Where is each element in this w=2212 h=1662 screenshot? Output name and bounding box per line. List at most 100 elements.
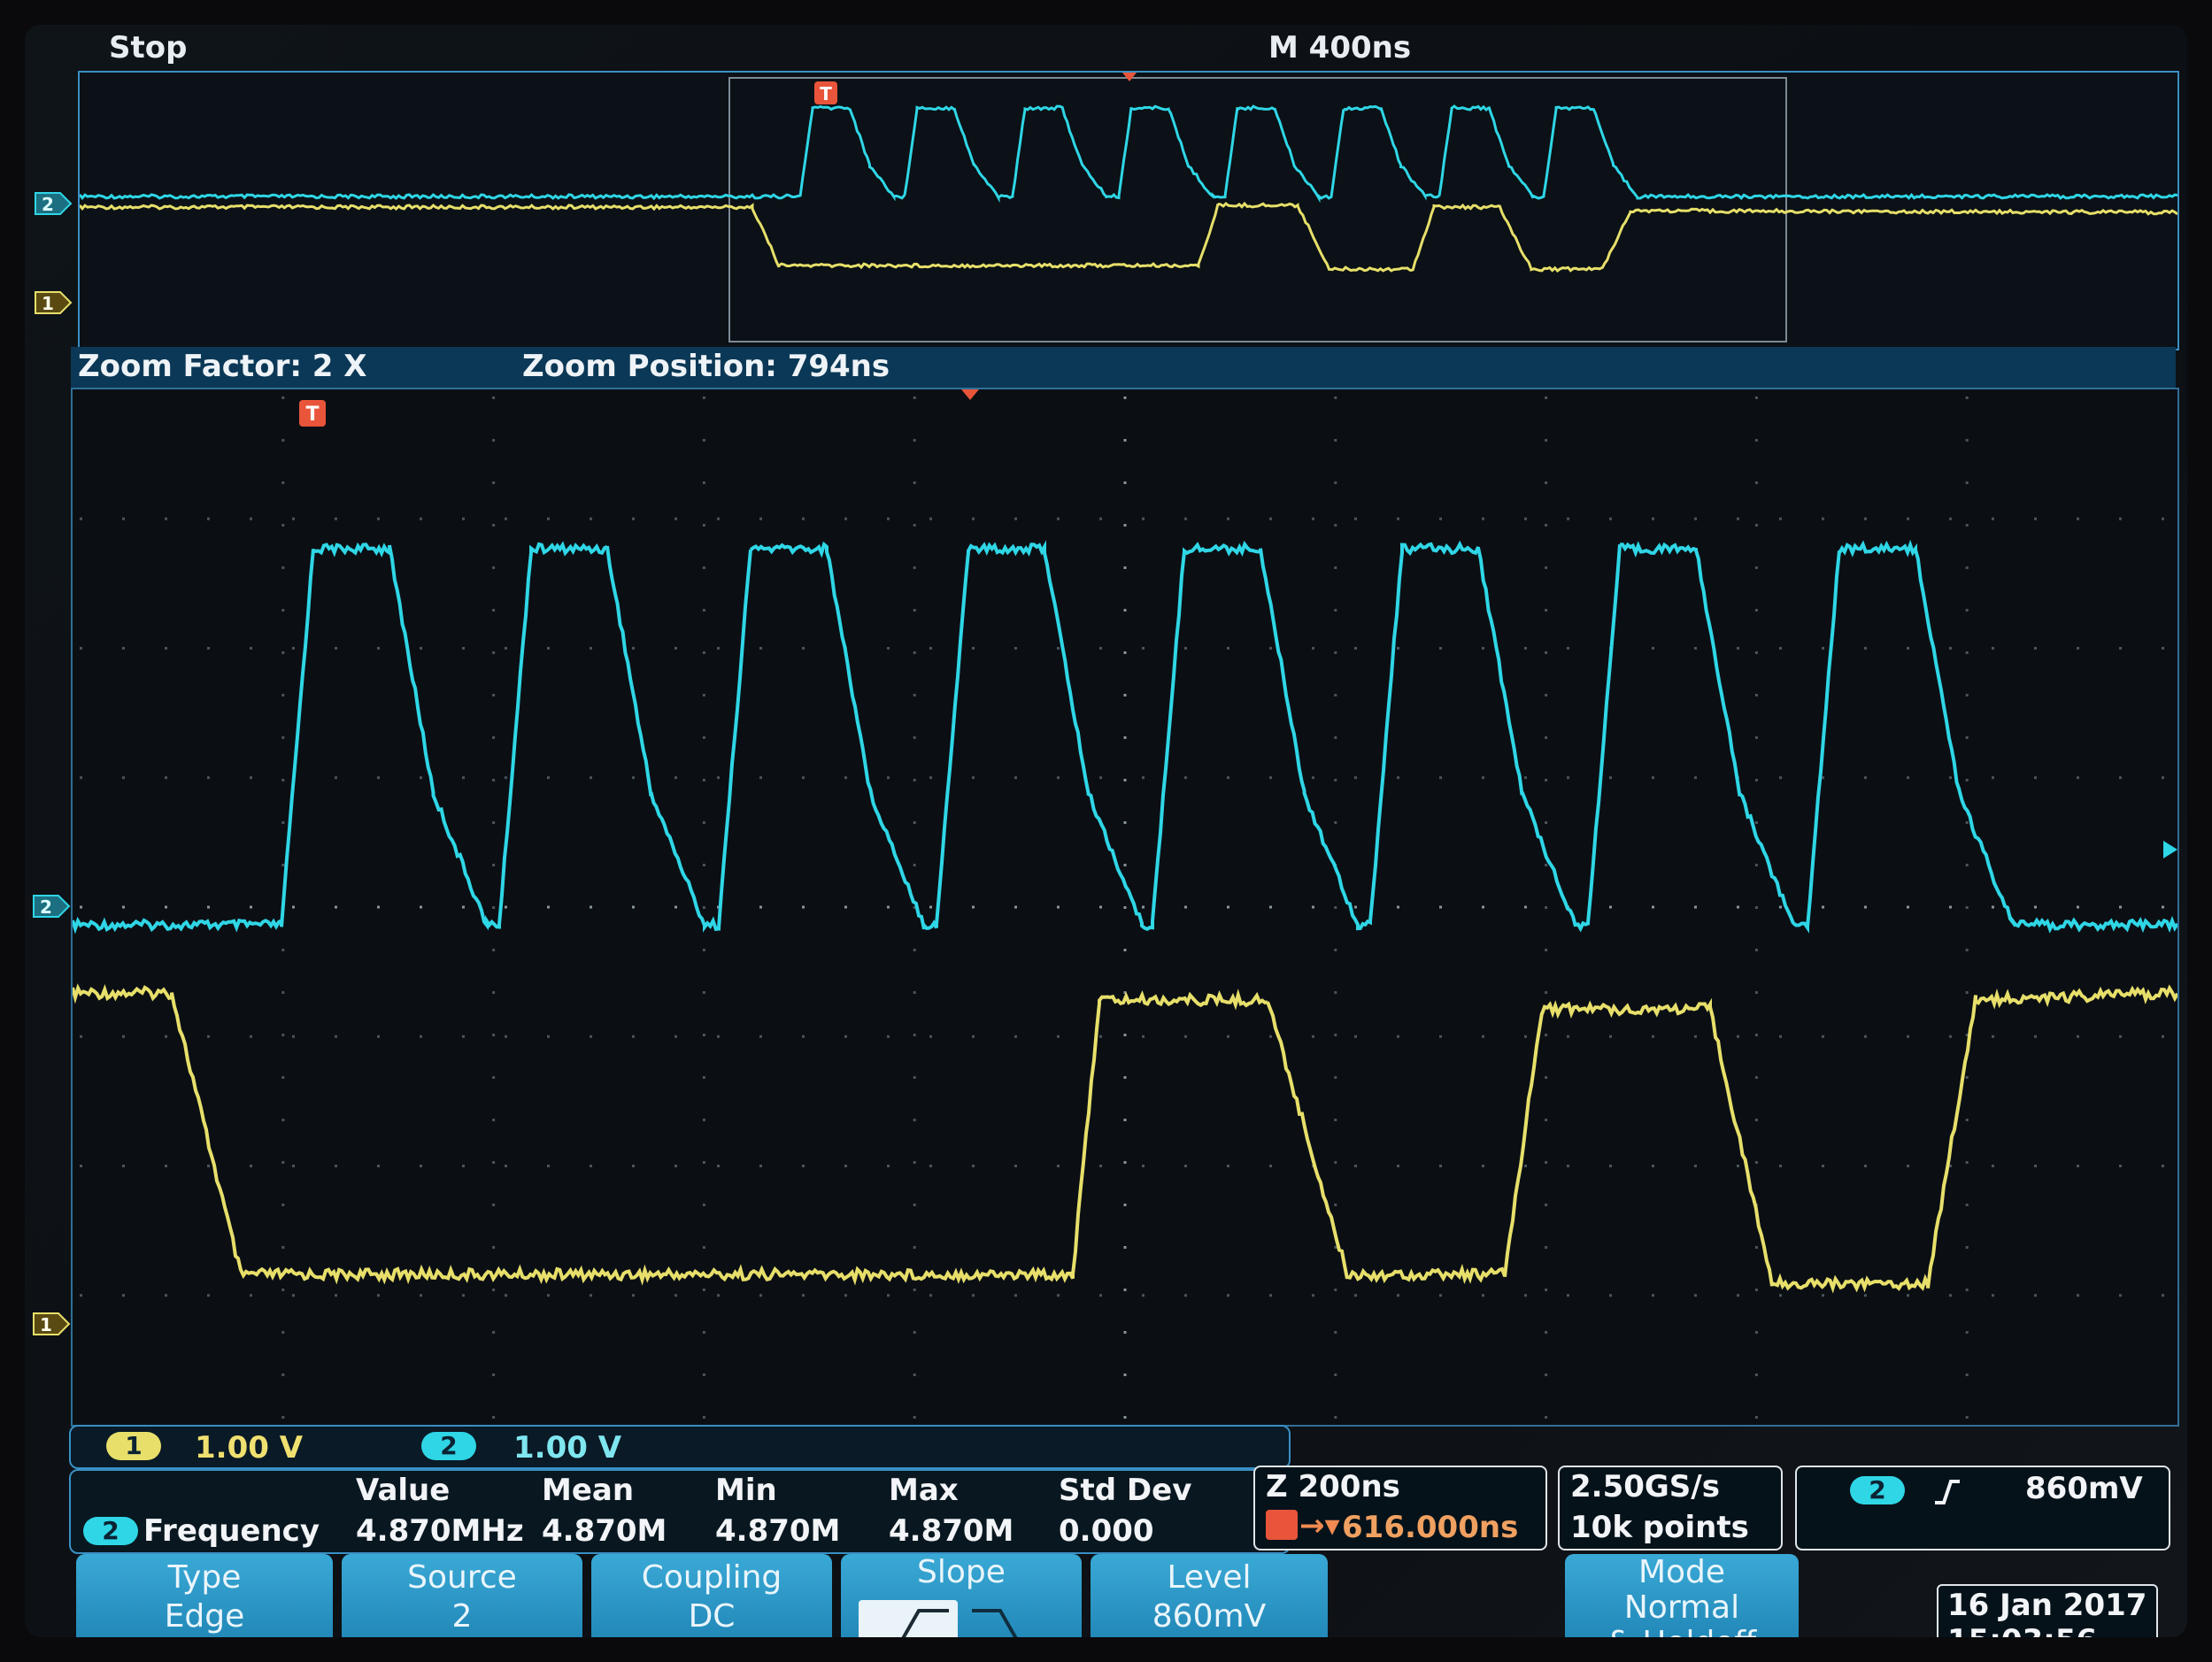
graticule-dot — [281, 864, 285, 866]
graticule-dot — [207, 1035, 210, 1038]
graticule-dot — [1545, 1204, 1548, 1206]
graticule-dot — [1354, 1294, 1357, 1297]
graticule-dot — [844, 1165, 847, 1167]
graticule-dot — [505, 776, 507, 780]
softkey-coupling[interactable]: Coupling DC — [591, 1554, 832, 1637]
graticule-dot — [844, 905, 847, 909]
graticule-dot — [1992, 517, 1994, 520]
delay-trigger-icon — [1266, 1510, 1298, 1540]
graticule-dot — [80, 1035, 82, 1038]
graticule-dot — [250, 517, 252, 520]
graticule-dot — [1184, 517, 1187, 520]
overview-ch1-ground-marker: 1 — [35, 291, 73, 314]
softkey-level[interactable]: Level 860mV — [1091, 1554, 1328, 1637]
graticule-dot — [1864, 1165, 1867, 1167]
trigger-marker-label: T — [305, 404, 319, 426]
graticule-dot — [590, 1035, 592, 1038]
graticule-dot — [1754, 1119, 1758, 1121]
graticule-dot — [717, 517, 720, 520]
graticule-dot — [702, 1076, 705, 1079]
graticule-dot — [1754, 566, 1758, 569]
graticule-dot — [420, 905, 422, 909]
sample-rate: 2.50GS/s — [1570, 1469, 1720, 1504]
graticule-dot — [1949, 1294, 1952, 1297]
softkey-source[interactable]: Source 2 — [342, 1554, 582, 1637]
graticule-dot — [1779, 776, 1782, 780]
graticule-dot — [1227, 905, 1229, 909]
graticule-dot — [1965, 864, 1969, 866]
graticule-dot — [1099, 1035, 1102, 1038]
graticule-dot — [1652, 1165, 1654, 1167]
graticule-dot — [1545, 1289, 1548, 1291]
overview-ch2-trace — [78, 104, 2178, 204]
graticule-dot — [207, 517, 210, 520]
graticule-dot — [1334, 566, 1337, 569]
graticule-dot — [1754, 1331, 1758, 1334]
graticule-dot — [377, 1035, 380, 1038]
graticule-dot — [1334, 1331, 1337, 1334]
graticule-dot — [1123, 439, 1127, 442]
graticule-dot — [1354, 647, 1357, 650]
graticule-dot — [1754, 481, 1758, 484]
svg-text:1: 1 — [40, 1314, 52, 1335]
graticule-dot — [1184, 1035, 1187, 1038]
graticule-dot — [1754, 1076, 1758, 1079]
graticule-dot — [1397, 905, 1399, 909]
graticule-dot — [913, 439, 916, 442]
graticule-dot — [492, 1289, 496, 1291]
graticule-dot — [1754, 439, 1758, 442]
graticule-dot — [913, 991, 916, 994]
graticule-dot — [1439, 1294, 1442, 1297]
graticule-dot — [547, 647, 550, 650]
graticule-dot — [913, 949, 916, 951]
softkey-mode[interactable]: Mode Normal & Holdoff — [1565, 1554, 1799, 1637]
graticule-dot — [590, 647, 592, 650]
graticule-dot — [1545, 651, 1548, 654]
graticule-dot — [1439, 517, 1442, 520]
softkey-type-value: Edge — [164, 1598, 245, 1635]
graticule-dot — [122, 1035, 125, 1038]
graticule-dot — [1754, 949, 1758, 951]
graticule-dot — [281, 1204, 285, 1206]
meas-min: 4.870M — [715, 1513, 841, 1549]
graticule-dot — [674, 1035, 677, 1038]
graticule-dot — [462, 905, 465, 909]
svg-text:1: 1 — [42, 293, 54, 314]
trigger-level: 860mV — [2025, 1471, 2143, 1506]
softkey-source-label: Source — [407, 1559, 517, 1596]
graticule-dot — [1965, 821, 1969, 824]
graticule-dot — [2077, 1294, 2079, 1297]
graticule-dot — [165, 905, 167, 909]
softkey-type[interactable]: Type Edge — [76, 1554, 333, 1637]
graticule-dot — [1099, 1294, 1102, 1297]
graticule-dot — [1545, 821, 1548, 824]
graticule-dot — [1439, 905, 1442, 909]
graticule-dot — [1965, 651, 1969, 654]
graticule-dot — [1864, 1035, 1867, 1038]
graticule-dot — [1014, 776, 1017, 780]
graticule-dot — [1227, 517, 1229, 520]
graticule-dot — [1822, 1035, 1824, 1038]
graticule-dot — [1652, 1294, 1654, 1297]
graticule-dot — [1482, 1165, 1484, 1167]
graticule-dot — [1779, 1294, 1782, 1297]
graticule-dot — [1694, 647, 1697, 650]
graticule-dot — [802, 647, 805, 650]
graticule-dot — [1269, 517, 1272, 520]
graticule-dot — [1524, 517, 1527, 520]
graticule-dot — [913, 481, 916, 484]
timebase-readout: M 400ns — [1268, 30, 1412, 65]
graticule-dot — [1524, 1165, 1527, 1167]
graticule-dot — [377, 776, 380, 780]
softkey-coupling-label: Coupling — [641, 1559, 782, 1596]
graticule-dot — [2034, 1294, 2037, 1297]
softkey-slope[interactable]: Slope — [841, 1554, 1082, 1637]
time: 15:03:56 — [1947, 1623, 2097, 1637]
graticule-dot — [377, 1165, 380, 1167]
graticule-dot — [1123, 736, 1127, 739]
meas-value: 4.870MHz — [356, 1513, 524, 1549]
graticule-dot — [717, 776, 720, 780]
graticule-dot — [547, 1294, 550, 1297]
graticule-dot — [1609, 1165, 1612, 1167]
graticule-dot — [913, 736, 916, 739]
